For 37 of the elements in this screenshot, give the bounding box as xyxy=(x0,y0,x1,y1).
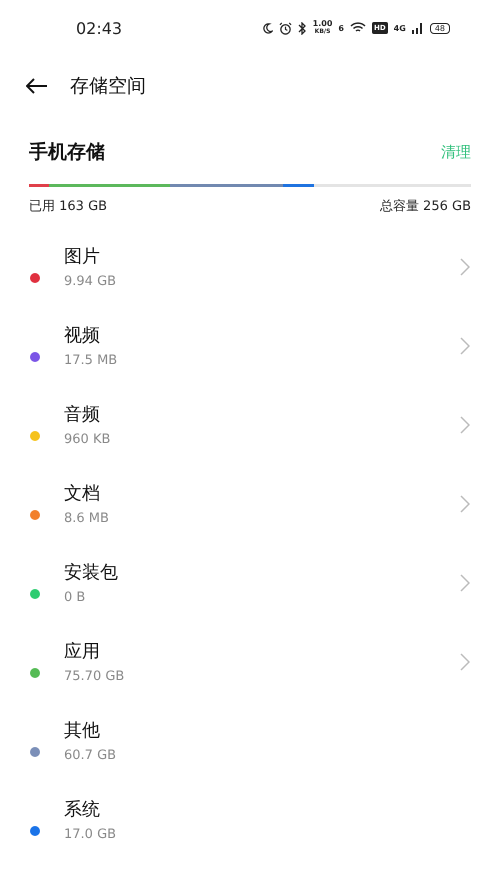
bluetooth-icon xyxy=(298,22,307,34)
signal-icon xyxy=(412,22,424,34)
category-name[interactable]: 文档 xyxy=(64,481,460,505)
network-speed: 1.00 xyxy=(312,20,332,28)
category-size: 17.0 GB xyxy=(64,827,118,842)
alarm-icon xyxy=(278,22,292,34)
category-size: 75.70 GB xyxy=(64,669,126,684)
moon-icon xyxy=(262,22,273,34)
chevron-icon[interactable] xyxy=(460,652,470,670)
status-time: 02:43 xyxy=(76,18,124,38)
wifi-generation: 6 xyxy=(338,24,344,32)
chevron-icon[interactable] xyxy=(460,416,470,434)
category-size: 60.7 GB xyxy=(64,748,118,763)
category-size: 9.94 GB xyxy=(64,274,118,289)
chevron-icon[interactable] xyxy=(460,494,470,512)
network-type: 4G xyxy=(394,24,406,32)
category-size: 960 KB xyxy=(64,432,112,447)
category-size: 8.6 MB xyxy=(64,511,110,526)
category-size: 17.5 MB xyxy=(64,353,118,368)
page-title: 存储空间 xyxy=(70,74,146,99)
section-title: 手机存储 xyxy=(29,140,105,165)
category-name[interactable]: 系统 xyxy=(64,797,470,821)
battery-level: 48 xyxy=(430,22,450,34)
chevron-icon[interactable] xyxy=(460,258,470,276)
category-name[interactable]: 应用 xyxy=(64,639,460,663)
category-name[interactable]: 安装包 xyxy=(64,560,460,584)
used-storage: 已用 163 GB xyxy=(29,198,108,215)
chevron-icon[interactable] xyxy=(460,336,470,354)
category-name[interactable]: 其他 xyxy=(64,718,470,742)
back-button[interactable] xyxy=(26,78,48,94)
total-storage: 总容量 256 GB xyxy=(380,198,471,215)
chevron-icon[interactable] xyxy=(460,574,470,592)
category-name[interactable]: 视频 xyxy=(64,323,460,347)
category-name[interactable]: 音频 xyxy=(64,402,460,426)
wifi-icon xyxy=(350,22,366,34)
category-size: 0 B xyxy=(64,590,86,605)
category-name[interactable]: 图片 xyxy=(64,244,460,268)
